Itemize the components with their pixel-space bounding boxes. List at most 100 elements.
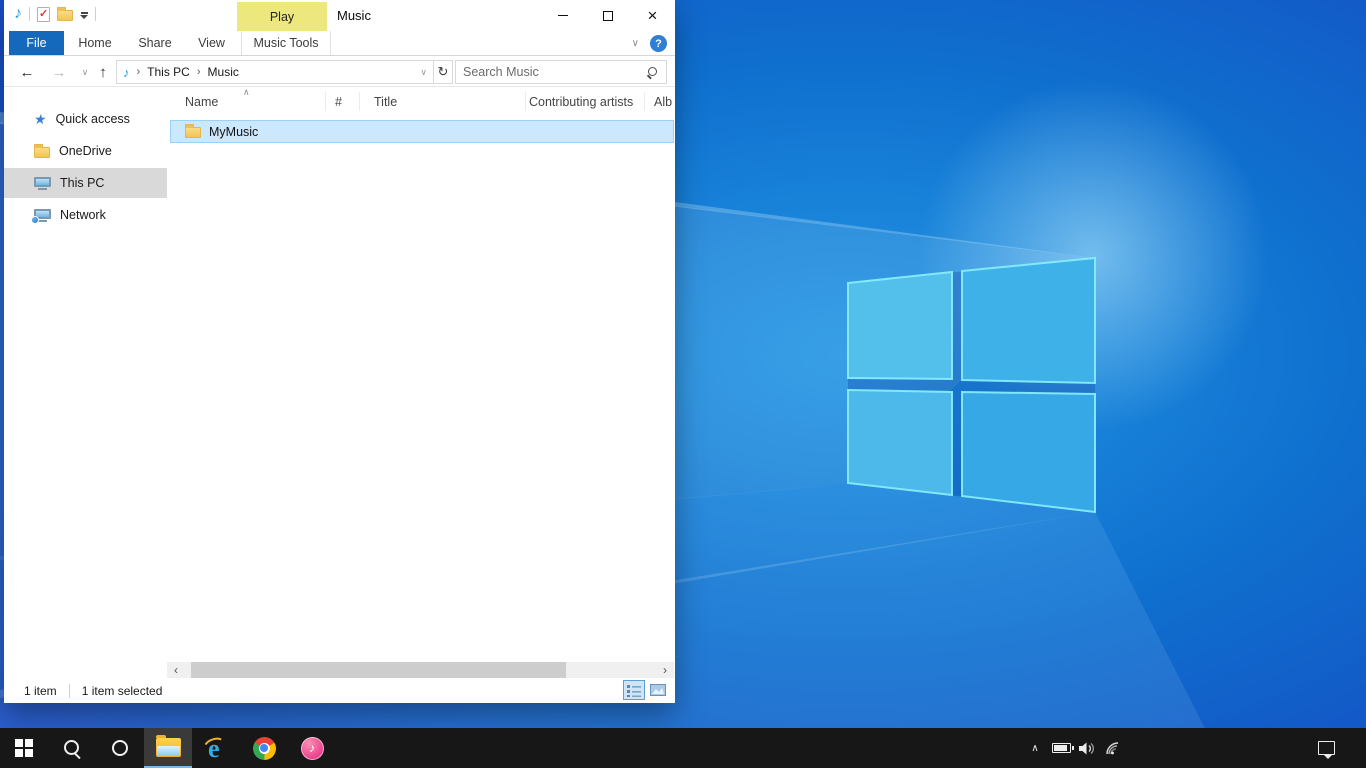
breadcrumb-this-pc[interactable]: This PC (147, 65, 190, 79)
column-header-title[interactable]: Title (374, 95, 397, 109)
column-header-number[interactable]: # (335, 95, 342, 109)
tab-view[interactable]: View (184, 31, 239, 55)
maximize-icon (603, 11, 613, 21)
status-bar: 1 item 1 item selected (4, 678, 675, 703)
system-tray: ∧ (1022, 728, 1126, 768)
tab-file[interactable]: File (9, 31, 64, 55)
scrollbar-thumb[interactable] (191, 662, 566, 678)
separator (95, 7, 96, 21)
column-divider[interactable] (359, 92, 360, 111)
help-icon[interactable]: ? (650, 35, 667, 52)
details-view-icon (627, 684, 642, 697)
sidebar-item-quick-access[interactable]: ★ Quick access (4, 104, 167, 134)
window-controls: × (540, 0, 675, 31)
start-button[interactable] (0, 728, 48, 768)
action-center-button[interactable] (1306, 728, 1346, 768)
column-headers: ∧ Name # Title Contributing artists Alb (167, 88, 675, 115)
column-divider[interactable] (644, 92, 645, 111)
column-divider[interactable] (325, 92, 326, 111)
internet-explorer-icon: e (203, 735, 229, 761)
sidebar-item-this-pc[interactable]: This PC (4, 168, 167, 198)
sidebar-item-label: Network (60, 208, 106, 222)
taskbar: e ♪ ∧ (0, 728, 1366, 768)
address-bar[interactable]: ♪ › This PC › Music ∨ (116, 60, 434, 84)
navigation-pane: ★ Quick access OneDrive This PC Network (4, 88, 167, 662)
cortana-icon (112, 740, 128, 756)
address-dropdown-icon[interactable]: ∨ (420, 67, 427, 78)
scroll-left-icon[interactable]: ‹ (169, 662, 183, 678)
sidebar-item-label: This PC (60, 176, 104, 190)
chrome-icon (253, 737, 276, 760)
back-button[interactable]: ← (16, 61, 38, 83)
hidden-icons-button[interactable]: ∧ (1022, 728, 1048, 768)
network-button[interactable] (1100, 728, 1126, 768)
customize-quick-access-icon[interactable] (80, 10, 88, 19)
forward-button[interactable]: → (48, 61, 70, 83)
taskbar-search-button[interactable] (48, 728, 96, 768)
file-row-mymusic[interactable]: MyMusic (170, 120, 674, 143)
properties-icon[interactable]: ✓ (37, 7, 50, 22)
sidebar-item-network[interactable]: Network (4, 200, 167, 230)
volume-button[interactable] (1074, 728, 1100, 768)
tab-home[interactable]: Home (64, 31, 126, 55)
maximize-button[interactable] (585, 0, 630, 31)
sidebar-item-label: Quick access (56, 112, 130, 126)
thumbnail-view-icon (650, 684, 666, 696)
selection-count: 1 item selected (82, 684, 163, 698)
battery-button[interactable] (1048, 728, 1074, 768)
itunes-icon: ♪ (301, 737, 324, 760)
column-divider[interactable] (525, 92, 526, 111)
close-button[interactable]: × (630, 0, 675, 31)
minimize-icon (558, 15, 568, 16)
horizontal-scrollbar[interactable]: ‹ › (167, 662, 674, 678)
breadcrumb-music[interactable]: Music (208, 65, 239, 79)
taskbar-file-explorer-button[interactable] (144, 728, 192, 768)
refresh-button[interactable]: ↻ (434, 60, 453, 84)
ribbon-controls: ∨ ? (632, 31, 667, 56)
network-icon (34, 209, 51, 222)
action-center-icon (1318, 741, 1335, 755)
taskbar-internet-explorer-button[interactable]: e (192, 728, 240, 768)
windows-start-icon (15, 739, 33, 757)
search-icon (62, 738, 82, 758)
minimize-button[interactable] (540, 0, 585, 31)
quick-access-toolbar: ♪ ✓ (14, 6, 96, 22)
sidebar-item-onedrive[interactable]: OneDrive (4, 136, 167, 166)
scroll-right-icon[interactable]: › (658, 662, 672, 678)
file-explorer-window: ♪ ✓ Play Music × File Home Share View Mu… (4, 0, 675, 703)
search-box[interactable] (455, 60, 667, 84)
window-title: Music (337, 8, 371, 23)
search-input[interactable] (463, 65, 646, 79)
taskbar-chrome-button[interactable] (240, 728, 288, 768)
up-button[interactable]: ↑ (92, 61, 114, 83)
cortana-button[interactable] (96, 728, 144, 768)
view-toggle (623, 680, 669, 700)
sort-ascending-icon: ∧ (243, 87, 250, 98)
tab-share[interactable]: Share (126, 31, 184, 55)
column-header-name[interactable]: Name (185, 95, 218, 109)
music-note-icon: ♪ (123, 65, 130, 80)
thumbnail-view-button[interactable] (647, 680, 669, 700)
breadcrumb-separator-icon: › (197, 66, 201, 78)
details-view-button[interactable] (623, 680, 645, 700)
windows-logo (848, 258, 1095, 512)
ribbon-tab-strip: File Home Share View Music Tools ∨ ? (4, 31, 675, 56)
title-bar: ♪ ✓ Play Music × (4, 0, 675, 31)
battery-icon (1052, 743, 1071, 753)
file-explorer-icon (156, 738, 181, 757)
volume-icon (1079, 742, 1096, 755)
separator (29, 7, 30, 21)
new-folder-icon[interactable] (57, 10, 73, 21)
chevron-up-icon: ∧ (1031, 743, 1038, 754)
contextual-tab-play[interactable]: Play (237, 2, 327, 31)
tab-music-tools[interactable]: Music Tools (241, 31, 331, 55)
folder-icon (185, 127, 201, 138)
search-icon[interactable] (646, 66, 659, 79)
star-icon: ★ (33, 111, 48, 128)
expand-ribbon-icon[interactable]: ∨ (632, 38, 639, 49)
column-header-album[interactable]: Alb (654, 95, 672, 109)
file-list-pane: ∧ Name # Title Contributing artists Alb … (167, 88, 675, 662)
taskbar-itunes-button[interactable]: ♪ (288, 728, 336, 768)
column-header-contributing-artists[interactable]: Contributing artists (529, 95, 633, 109)
item-count: 1 item (24, 684, 57, 698)
